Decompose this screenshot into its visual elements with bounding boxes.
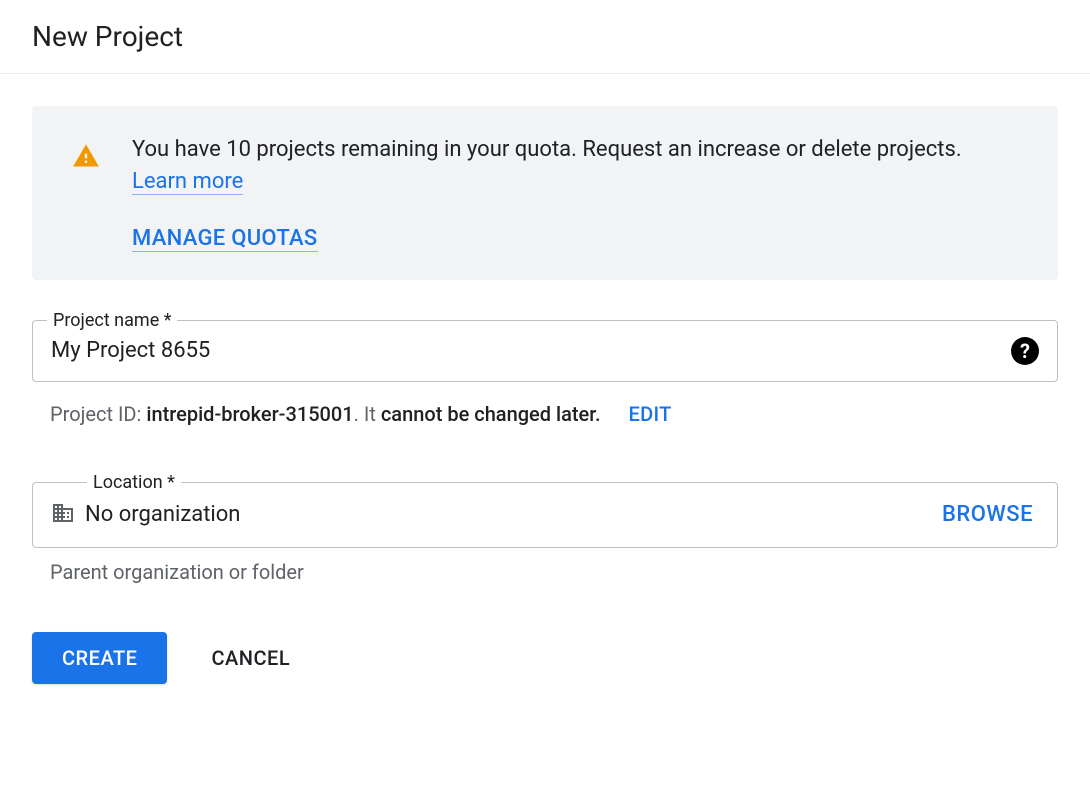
project-name-input[interactable] — [51, 338, 1011, 363]
project-name-field: Project name * ? — [32, 320, 1058, 382]
organization-icon — [51, 501, 75, 529]
quota-body: You have 10 projects remaining in your q… — [132, 134, 1018, 252]
form-content: You have 10 projects remaining in your q… — [0, 74, 1090, 724]
cancel-button[interactable]: CANCEL — [211, 646, 290, 670]
location-label: Location * — [87, 472, 181, 493]
help-icon[interactable]: ? — [1011, 337, 1039, 365]
manage-quotas-link[interactable]: MANAGE QUOTAS — [132, 226, 318, 252]
project-id-row: Project ID: intrepid-broker-315001. It c… — [32, 402, 1058, 426]
quota-message: You have 10 projects remaining in your q… — [132, 134, 1018, 198]
project-id-text: Project ID: intrepid-broker-315001. It c… — [50, 402, 601, 426]
quota-notice: You have 10 projects remaining in your q… — [32, 106, 1058, 280]
location-field: Location * No organization BROWSE Parent… — [32, 482, 1058, 584]
action-row: CREATE CANCEL — [32, 632, 1058, 684]
location-border: Location * No organization BROWSE — [32, 482, 1058, 548]
warning-icon — [72, 142, 100, 174]
location-helper: Parent organization or folder — [32, 560, 1058, 584]
page-title: New Project — [32, 20, 1058, 53]
project-name-border: Project name * ? — [32, 320, 1058, 382]
page-header: New Project — [0, 0, 1090, 74]
edit-project-id-link[interactable]: EDIT — [629, 402, 672, 426]
learn-more-link[interactable]: Learn more — [132, 169, 243, 195]
browse-button[interactable]: BROWSE — [942, 502, 1033, 527]
create-button[interactable]: CREATE — [32, 632, 167, 684]
location-value: No organization — [85, 502, 942, 527]
project-name-label: Project name * — [47, 310, 177, 331]
